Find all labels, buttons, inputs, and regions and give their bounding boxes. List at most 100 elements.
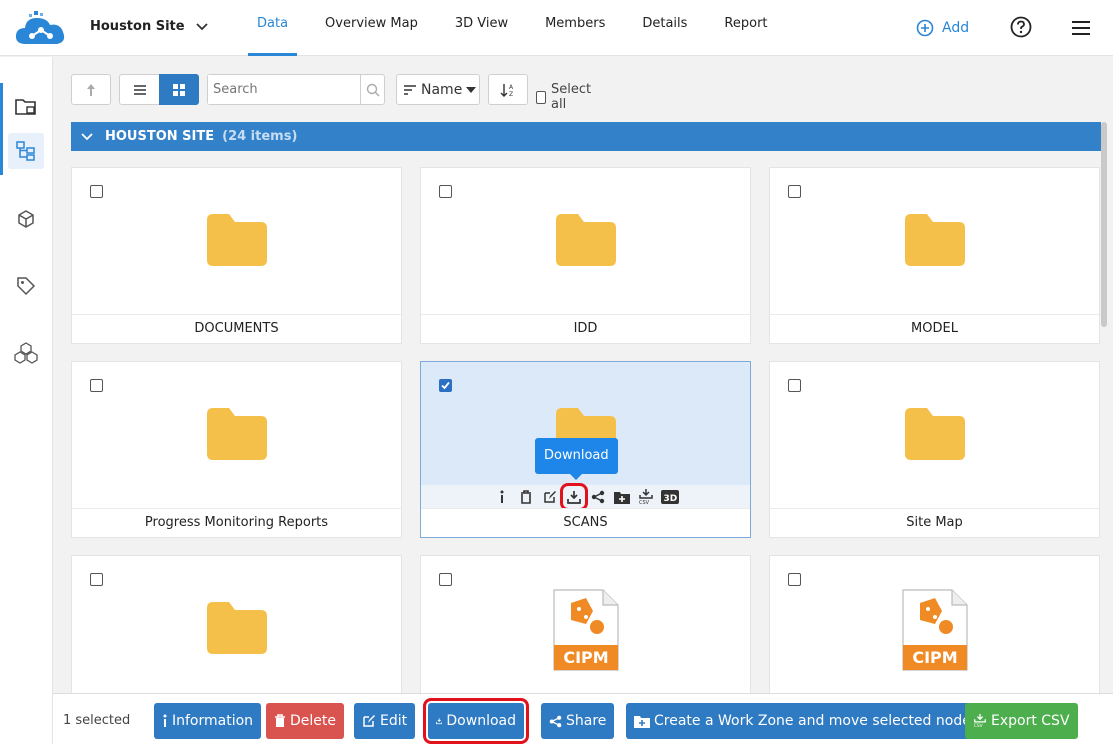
- create-work-zone-label: Create a Work Zone and move selected nod…: [654, 713, 979, 729]
- info-action[interactable]: [493, 488, 511, 506]
- cubes-icon: [14, 342, 38, 364]
- cipm-file-icon: CIPM: [553, 589, 619, 671]
- folder-card[interactable]: [71, 555, 402, 695]
- top-bar: Houston Site Data Overview Map 3D View M…: [0, 0, 1113, 56]
- chevron-down-icon: [81, 132, 93, 140]
- card-thumbnail: [72, 168, 401, 316]
- card-checkbox[interactable]: [788, 379, 801, 392]
- tab-data[interactable]: Data: [248, 0, 298, 56]
- tab-details[interactable]: Details: [633, 0, 696, 56]
- card-checkbox[interactable]: [439, 185, 452, 198]
- cipm-badge: CIPM: [563, 648, 608, 667]
- up-level-button[interactable]: [71, 74, 111, 105]
- sort-field-dropdown[interactable]: Name: [396, 74, 480, 105]
- svg-text:CSV: CSV: [639, 500, 650, 505]
- folder-icon: [206, 214, 267, 266]
- sidebar-item-3d[interactable]: [8, 201, 44, 237]
- delete-button[interactable]: Delete: [266, 703, 344, 739]
- card-checkbox[interactable]: [90, 573, 103, 586]
- add-button[interactable]: Add: [916, 18, 969, 38]
- app-logo-icon[interactable]: [14, 10, 68, 48]
- information-button[interactable]: Information: [154, 703, 262, 739]
- search-box: [207, 74, 385, 105]
- sidebar-item-assets[interactable]: [8, 335, 44, 371]
- list-view-button[interactable]: [119, 74, 160, 105]
- share-button[interactable]: Share: [541, 703, 615, 739]
- 3d-view-action[interactable]: 3D: [660, 488, 679, 506]
- sidebar-item-files[interactable]: [8, 89, 44, 125]
- edit-button[interactable]: Edit: [354, 703, 416, 739]
- select-all-checkbox[interactable]: [536, 90, 546, 104]
- folder-card[interactable]: IDD: [420, 167, 751, 344]
- cipm-file-card[interactable]: CIPM: [420, 555, 751, 695]
- trash-icon: [275, 714, 285, 727]
- selected-count: 1 selected: [63, 713, 131, 728]
- add-label: Add: [942, 20, 970, 36]
- folder-icon: [206, 408, 267, 460]
- sidebar-item-tree[interactable]: [8, 133, 44, 169]
- create-work-zone-button[interactable]: Create a Work Zone and move selected nod…: [626, 703, 987, 739]
- card-thumbnail: [421, 168, 750, 316]
- tag-icon: [17, 277, 36, 296]
- folder-card[interactable]: Progress Monitoring Reports: [71, 361, 402, 538]
- export-csv-action[interactable]: CSV: [637, 488, 655, 506]
- tab-report[interactable]: Report: [715, 0, 776, 56]
- card-checkbox[interactable]: [788, 573, 801, 586]
- bulk-action-bar: 1 selected Information Delete Edit Downl…: [53, 693, 1113, 744]
- list-icon: [133, 84, 146, 95]
- download-button[interactable]: Download: [423, 698, 529, 744]
- card-checkbox[interactable]: [439, 573, 452, 586]
- card-actions: CSV 3D: [421, 483, 750, 511]
- folder-card[interactable]: DOCUMENTS: [71, 167, 402, 344]
- svg-text:3D: 3D: [663, 494, 677, 504]
- folder-icon: [904, 408, 965, 460]
- hamburger-menu-icon[interactable]: [1071, 19, 1091, 37]
- check-icon: [441, 381, 450, 390]
- cipm-file-card[interactable]: CIPM: [769, 555, 1100, 695]
- tab-members[interactable]: Members: [536, 0, 614, 56]
- section-title: HOUSTON SITE: [105, 129, 215, 144]
- sort-lines-icon: [404, 84, 416, 95]
- folder-icon: [904, 214, 965, 266]
- search-icon[interactable]: [360, 75, 384, 104]
- delete-action[interactable]: [517, 488, 535, 506]
- info-icon: [500, 490, 503, 503]
- sort-field-label: Name: [421, 81, 463, 98]
- card-checkbox[interactable]: [439, 379, 452, 392]
- csv-download-icon: CSV: [974, 714, 986, 729]
- section-count: (24 items): [222, 129, 298, 144]
- grid-view-button[interactable]: [159, 74, 199, 105]
- delete-label: Delete: [290, 713, 336, 729]
- card-checkbox[interactable]: [90, 379, 103, 392]
- card-checkbox[interactable]: [788, 185, 801, 198]
- sidebar-active-indicator: [0, 83, 3, 175]
- card-thumbnail: [72, 556, 401, 704]
- share-action[interactable]: [589, 488, 607, 506]
- tab-overview-map[interactable]: Overview Map: [316, 0, 427, 56]
- search-input[interactable]: [208, 75, 360, 104]
- chevron-down-icon[interactable]: [194, 18, 210, 34]
- folder-card[interactable]: Site Map: [769, 361, 1100, 538]
- csv-download-icon: CSV: [639, 489, 653, 505]
- card-checkbox[interactable]: [90, 185, 103, 198]
- cipm-badge: CIPM: [912, 648, 957, 667]
- card-label: Site Map: [770, 508, 1099, 537]
- site-name[interactable]: Houston Site: [90, 19, 185, 34]
- sort-az-icon: AZ: [500, 83, 514, 98]
- tab-3d-view[interactable]: 3D View: [446, 0, 517, 56]
- folder-card-selected[interactable]: Download CSV 3D SCANS: [420, 361, 751, 538]
- section-header[interactable]: HOUSTON SITE (24 items): [71, 122, 1101, 151]
- select-all[interactable]: Select all: [536, 82, 594, 112]
- edit-action[interactable]: [541, 488, 559, 506]
- download-action[interactable]: [559, 483, 588, 511]
- edit-icon: [363, 715, 375, 727]
- folder-card[interactable]: MODEL: [769, 167, 1100, 344]
- new-folder-action[interactable]: [613, 488, 631, 506]
- sort-order-button[interactable]: AZ: [488, 74, 528, 105]
- folder-icon: [206, 602, 267, 654]
- export-csv-button[interactable]: CSV Export CSV: [965, 703, 1078, 739]
- sidebar-item-tags[interactable]: [8, 268, 44, 304]
- sidebar: [0, 57, 53, 744]
- help-icon[interactable]: [1010, 16, 1032, 38]
- scrollbar[interactable]: [1101, 122, 1107, 327]
